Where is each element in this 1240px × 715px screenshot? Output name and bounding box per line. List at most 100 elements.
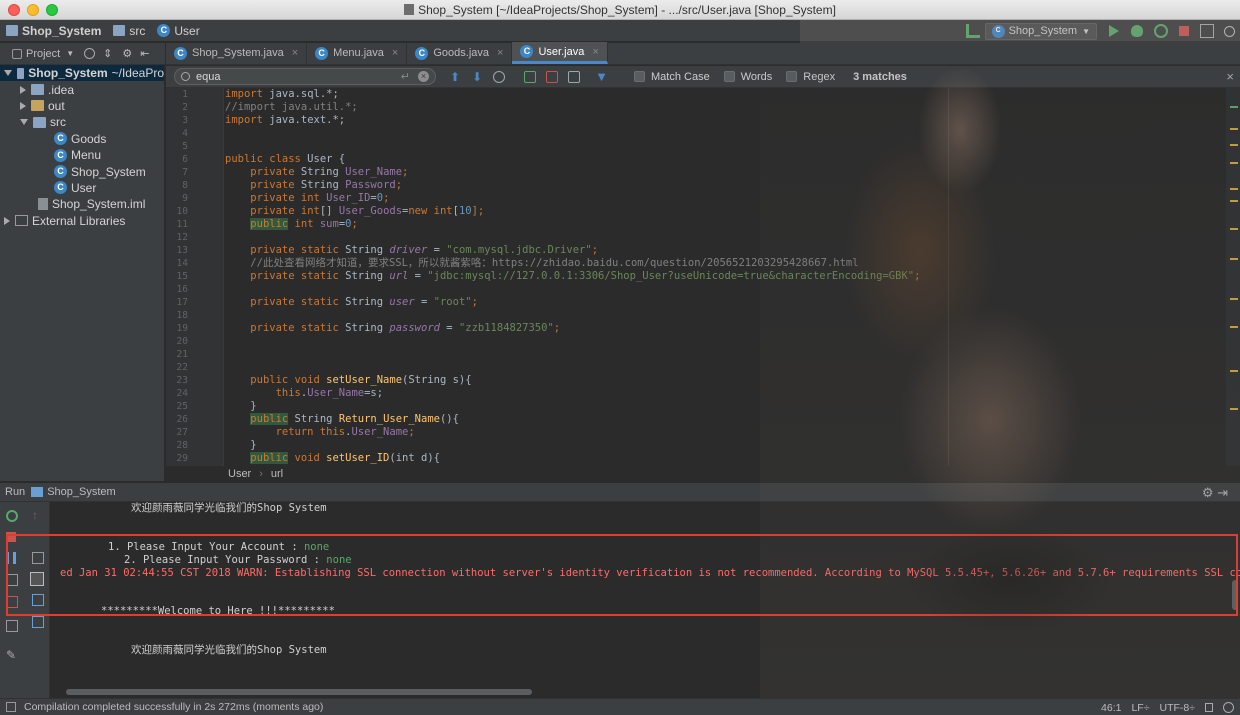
collapse-icon[interactable]: ⇕: [103, 47, 112, 60]
gear-icon[interactable]: ⚙: [122, 47, 132, 60]
match-marker[interactable]: [1230, 408, 1238, 410]
expand-arrow-icon[interactable]: [4, 70, 12, 77]
clear-search-icon[interactable]: ×: [418, 71, 429, 82]
inspector-icon[interactable]: [1223, 702, 1234, 713]
close-tab-icon[interactable]: ×: [497, 47, 503, 59]
line-number: 20: [176, 336, 188, 347]
collapse-arrow-icon[interactable]: [20, 85, 26, 94]
match-marker[interactable]: [1230, 298, 1238, 300]
file-encoding[interactable]: UTF-8÷: [1159, 702, 1195, 714]
match-marker[interactable]: [1230, 228, 1238, 230]
tree-item-out[interactable]: out: [0, 98, 164, 114]
pin-icon[interactable]: ✎: [6, 648, 18, 662]
exit-icon[interactable]: [6, 596, 18, 608]
tree-item-iml[interactable]: Shop_System.iml: [0, 196, 164, 212]
code-token: ;: [553, 322, 561, 334]
module-folder-icon: [17, 67, 25, 79]
rerun-icon[interactable]: [6, 510, 18, 522]
match-marker[interactable]: [1230, 162, 1238, 164]
run-panel-config[interactable]: Shop_System: [47, 486, 115, 498]
match-marker[interactable]: [1230, 258, 1238, 260]
tree-item-external-libraries[interactable]: External Libraries: [0, 213, 164, 229]
soft-wrap-icon[interactable]: [32, 552, 44, 564]
tab-user[interactable]: C User.java ×: [512, 42, 608, 64]
tree-item-src[interactable]: src: [0, 114, 164, 130]
breadcrumb-class[interactable]: User: [228, 468, 251, 480]
code-token: java.sql.*;: [262, 88, 339, 100]
editor-scrollbar[interactable]: [1226, 88, 1240, 481]
tree-item-shop-system[interactable]: C Shop_System: [0, 163, 164, 179]
line-separator[interactable]: LF÷: [1131, 702, 1149, 714]
nav-crumb-file[interactable]: C User: [151, 24, 205, 38]
search-input[interactable]: equa ↵ ×: [174, 68, 436, 85]
collapse-arrow-icon[interactable]: [4, 216, 10, 225]
trash-icon[interactable]: [32, 616, 44, 628]
tab-menu[interactable]: C Menu.java ×: [307, 42, 408, 64]
line-number: 13: [176, 245, 188, 256]
code-line: public class User {: [225, 153, 1220, 166]
tree-item-goods[interactable]: C Goods: [0, 131, 164, 147]
code-token: (){: [439, 413, 459, 425]
dump-threads-icon[interactable]: [6, 574, 18, 586]
tree-item-label: .idea: [48, 82, 75, 97]
tree-item-menu[interactable]: C Menu: [0, 147, 164, 163]
previous-match-icon[interactable]: ⬆: [450, 70, 460, 84]
scroll-up-icon[interactable]: ↑: [32, 508, 44, 522]
select-all-occurrences-icon[interactable]: [568, 70, 581, 83]
console-output[interactable]: 欢迎颜雨薇同学光临我们的Shop System 1. Please Input …: [51, 502, 1240, 698]
match-marker[interactable]: [1230, 326, 1238, 328]
tree-item-root[interactable]: Shop_System ~/IdeaPro: [0, 65, 164, 82]
checkbox-box: [786, 71, 798, 82]
tool-windows-icon[interactable]: [6, 702, 16, 712]
find-all-icon[interactable]: [493, 70, 506, 83]
run-panel-title[interactable]: Run: [5, 486, 25, 498]
code-token: private: [250, 179, 295, 191]
code-editor[interactable]: 1 2 3 4 5 6 7 8 9 10 11 12 13 14 15 16 17 18 19 20 21 22 23 24 2…: [166, 88, 1240, 481]
tab-shop-system[interactable]: C Shop_System.java ×: [166, 42, 308, 64]
layout-icon[interactable]: [6, 620, 18, 632]
print-icon[interactable]: [32, 594, 44, 606]
code-area[interactable]: import java.sql.*; //import java.util.*;…: [225, 88, 1220, 481]
close-find-icon[interactable]: ×: [1226, 69, 1234, 84]
close-tab-icon[interactable]: ×: [392, 47, 398, 59]
nav-crumb-project[interactable]: Shop_System: [0, 24, 107, 38]
filter-icon[interactable]: ▼: [595, 69, 608, 84]
console-vertical-scrollbar[interactable]: [1232, 580, 1238, 610]
add-selection-icon[interactable]: [524, 70, 537, 83]
close-tab-icon[interactable]: ×: [592, 46, 598, 58]
tab-goods[interactable]: C Goods.java ×: [407, 42, 513, 64]
pause-icon[interactable]: [6, 552, 16, 564]
project-panel-title[interactable]: Project: [26, 48, 60, 60]
match-case-checkbox[interactable]: Match Case: [634, 71, 710, 83]
line-number: 14: [176, 258, 188, 269]
collapse-arrow-icon[interactable]: [20, 101, 26, 110]
code-token: private int: [250, 192, 320, 204]
stop-icon[interactable]: [6, 532, 16, 542]
hide-panel-icon[interactable]: ⇤: [140, 47, 149, 60]
match-marker[interactable]: [1230, 106, 1238, 108]
lock-icon[interactable]: [1205, 703, 1213, 712]
match-marker[interactable]: [1230, 370, 1238, 372]
nav-crumb-folder[interactable]: src: [107, 24, 151, 38]
next-match-icon[interactable]: ⬇: [472, 70, 482, 84]
scroll-to-end-icon[interactable]: [30, 572, 44, 586]
close-tab-icon[interactable]: ×: [292, 47, 298, 59]
match-marker[interactable]: [1230, 144, 1238, 146]
gear-icon[interactable]: ⚙ ⇥: [1202, 485, 1228, 501]
target-icon[interactable]: [84, 48, 96, 59]
expand-arrow-icon[interactable]: [20, 119, 28, 126]
match-marker[interactable]: [1230, 128, 1238, 130]
match-marker[interactable]: [1230, 188, 1238, 190]
console-horizontal-scrollbar[interactable]: [66, 689, 532, 695]
chevron-down-icon[interactable]: ▼: [66, 49, 74, 58]
remove-selection-icon[interactable]: [546, 70, 559, 83]
code-token: password: [389, 322, 440, 334]
tree-item-idea[interactable]: .idea: [0, 81, 164, 97]
breadcrumb-member[interactable]: url: [271, 468, 283, 480]
match-marker[interactable]: [1230, 200, 1238, 202]
tree-item-user[interactable]: C User: [0, 180, 164, 196]
regex-checkbox[interactable]: Regex: [786, 71, 835, 83]
code-line: public int sum=0;: [225, 218, 1220, 231]
caret-position[interactable]: 46:1: [1101, 702, 1121, 714]
words-checkbox[interactable]: Words: [723, 71, 772, 83]
